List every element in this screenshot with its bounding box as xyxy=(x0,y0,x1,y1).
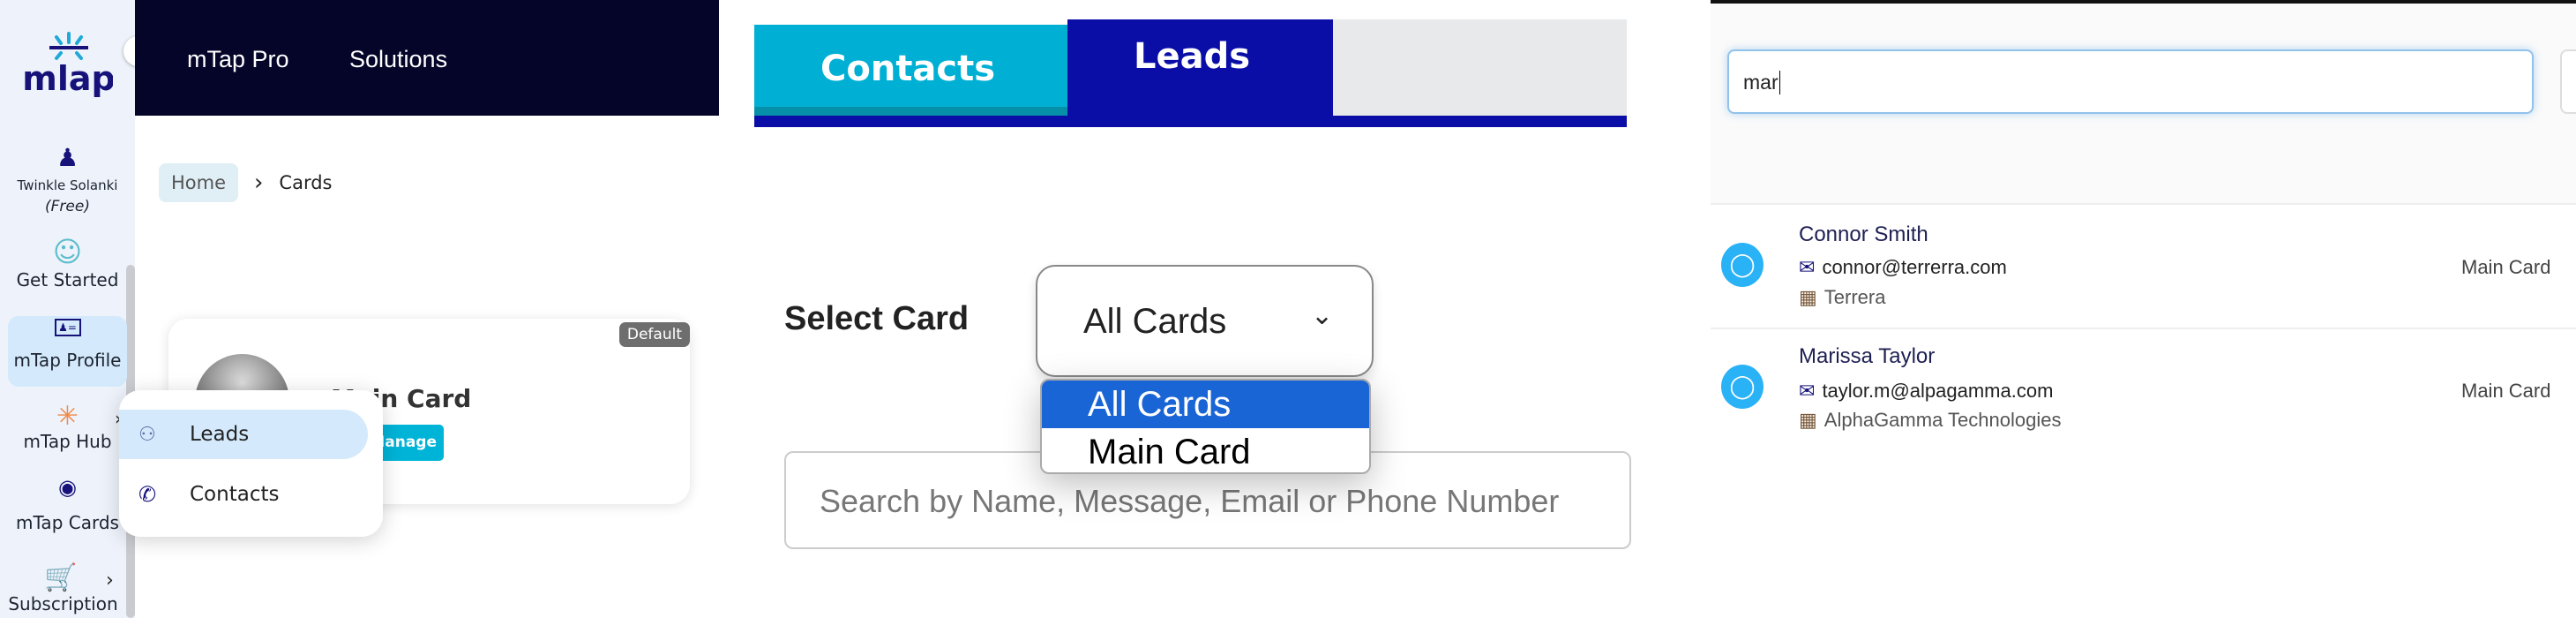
lead-card: Main Card xyxy=(2461,380,2551,402)
card-select[interactable]: All Cards ⌄ xyxy=(1036,265,1374,377)
logo[interactable]: mlap xyxy=(22,32,116,98)
nav-mtap-pro[interactable]: mTap Pro xyxy=(187,46,289,73)
lead-company: Terrera xyxy=(1823,286,1886,308)
hub-submenu: ⚇ Leads ✆ Contacts xyxy=(119,390,383,537)
user-plan: (Free) xyxy=(45,198,90,215)
cart-icon: 🛒 xyxy=(44,562,78,593)
breadcrumb-home[interactable]: Home xyxy=(159,162,239,202)
lead-name[interactable]: Connor Smith xyxy=(1799,222,1928,247)
user-circle-icon: ☺ xyxy=(52,235,83,268)
lead-company: AlphaGamma Technologies xyxy=(1823,409,2062,431)
lead-company-row: ▦ Terrera xyxy=(1799,286,1885,309)
nfc-card-icon: ◉ xyxy=(58,475,77,500)
users-icon: ⚇ xyxy=(139,423,156,446)
default-badge: Default xyxy=(618,322,690,347)
sidebar-item-mtap-cards[interactable]: mTap Cards xyxy=(0,512,135,533)
user-icon: ♟ xyxy=(56,143,79,172)
building-icon: ▦ xyxy=(1799,286,1817,308)
mail-icon: ✉ xyxy=(1799,256,1816,278)
menu-item-contacts[interactable]: ✆ Contacts xyxy=(119,470,368,519)
option-all-cards[interactable]: All Cards xyxy=(1042,381,1369,428)
lead-avatar-icon: ◯ xyxy=(1721,243,1764,287)
lead-email: taylor.m@alpagamma.com xyxy=(1822,380,2054,402)
card-select-dropdown: All Cards Main Card xyxy=(1040,379,1371,474)
lead-company-row: ▦ AlphaGamma Technologies xyxy=(1799,409,2061,432)
building-icon: ▦ xyxy=(1799,409,1817,431)
chevron-right-icon: › xyxy=(254,169,264,196)
id-card-icon: ♟= xyxy=(0,318,135,336)
tab-label: Leads xyxy=(1134,36,1251,77)
secondary-input[interactable] xyxy=(2560,49,2576,114)
menu-item-label: Leads xyxy=(190,423,250,446)
chevron-down-icon: ⌄ xyxy=(1311,300,1334,331)
logo-sparkle-icon: mlap xyxy=(22,32,116,98)
sidebar-item-subscription[interactable]: Subscription xyxy=(0,593,131,614)
tab-leads[interactable]: Leads xyxy=(1067,19,1333,116)
nav-solutions[interactable]: Solutions xyxy=(349,46,447,73)
lead-avatar-icon: ◯ xyxy=(1721,365,1764,409)
leads-search-value: mar xyxy=(1743,71,1780,94)
lead-email-row: ✉ taylor.m@alpagamma.com xyxy=(1799,380,2053,403)
tab-underline xyxy=(754,116,1627,127)
select-value: All Cards xyxy=(1083,302,1227,341)
tab-label: Contacts xyxy=(820,49,996,89)
lead-name[interactable]: Marissa Taylor xyxy=(1799,344,1935,369)
svg-text:mlap: mlap xyxy=(25,59,113,97)
option-main-card[interactable]: Main Card xyxy=(1042,428,1369,472)
search-placeholder: Search by Name, Message, Email or Phone … xyxy=(820,483,1560,519)
sidebar-item-mtap-profile[interactable]: mTap Profile xyxy=(0,350,135,371)
top-nav: mTap Pro Solutions xyxy=(135,0,719,116)
leads-search-input[interactable]: mar xyxy=(1727,49,2534,114)
row-divider xyxy=(1711,328,2576,329)
select-card-label: Select Card xyxy=(784,300,970,337)
tab-contacts[interactable]: Contacts xyxy=(754,25,1067,116)
lead-card: Main Card xyxy=(2461,256,2551,278)
sidebar-item-mtap-hub[interactable]: mTap Hub xyxy=(0,431,135,452)
breadcrumb-current: Cards xyxy=(279,171,333,193)
lead-email-row: ✉ connor@terrerra.com xyxy=(1799,256,2007,279)
user-name: Twinkle Solanki xyxy=(17,177,118,193)
lead-email: connor@terrerra.com xyxy=(1822,256,2007,278)
chevron-right-icon: › xyxy=(106,569,114,592)
menu-item-label: Contacts xyxy=(190,483,280,506)
breadcrumb: Home › Cards xyxy=(159,162,333,203)
phone-contact-icon: ✆ xyxy=(139,482,157,507)
tab-bar-bg xyxy=(1333,19,1627,116)
mail-icon: ✉ xyxy=(1799,380,1816,402)
menu-item-leads[interactable]: ⚇ Leads xyxy=(119,410,368,459)
sidebar-item-get-started[interactable]: Get Started xyxy=(0,269,135,290)
